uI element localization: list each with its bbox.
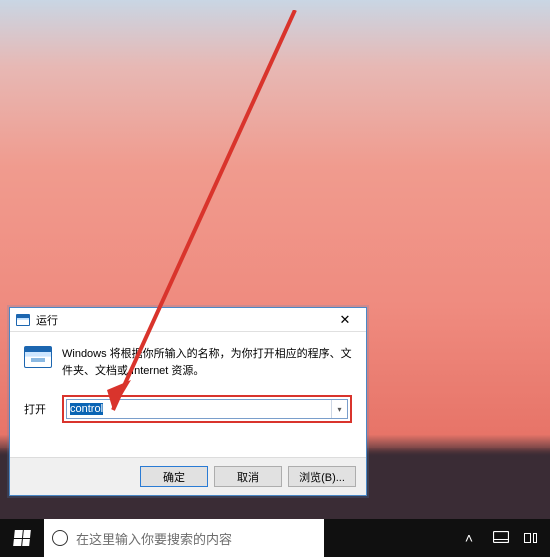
close-icon: ✕	[340, 312, 351, 328]
dropdown-arrow-icon[interactable]: ▾	[331, 400, 347, 418]
dialog-body: Windows 将根据你所输入的名称，为你打开相应的程序、文件夹、文档或 Int…	[10, 332, 366, 423]
close-button[interactable]: ✕	[328, 310, 362, 330]
titlebar: 运行 ✕	[10, 308, 366, 332]
open-label: 打开	[24, 401, 54, 417]
task-view-icon[interactable]	[524, 533, 542, 543]
ok-button[interactable]: 确定	[140, 466, 208, 487]
input-highlight-box: ▾	[62, 395, 352, 423]
touchpad-icon[interactable]	[492, 530, 510, 546]
cortana-icon	[52, 530, 68, 546]
desktop-background: 运行 ✕ Windows 将根据你所输入的名称，为你打开相应的程序、文件夹、文档…	[0, 0, 550, 557]
chevron-down-icon: ▾	[337, 405, 341, 414]
run-large-icon	[24, 346, 52, 368]
dialog-title: 运行	[36, 312, 58, 328]
open-input[interactable]	[67, 400, 331, 418]
dialog-description: Windows 将根据你所输入的名称，为你打开相应的程序、文件夹、文档或 Int…	[62, 346, 352, 379]
windows-logo-icon	[13, 530, 31, 546]
chevron-up-icon[interactable]: ˄	[460, 530, 478, 546]
cancel-button[interactable]: 取消	[214, 466, 282, 487]
button-bar: 确定 取消 浏览(B)...	[10, 457, 366, 495]
taskbar: 在这里输入你要搜索的内容 ˄	[0, 519, 550, 557]
taskbar-tray: ˄	[460, 519, 550, 557]
run-dialog: 运行 ✕ Windows 将根据你所输入的名称，为你打开相应的程序、文件夹、文档…	[9, 307, 367, 496]
browse-button[interactable]: 浏览(B)...	[288, 466, 356, 487]
taskbar-search[interactable]: 在这里输入你要搜索的内容	[44, 519, 324, 557]
start-button[interactable]	[0, 519, 44, 557]
run-icon	[16, 314, 30, 326]
search-placeholder: 在这里输入你要搜索的内容	[76, 529, 232, 548]
open-combobox[interactable]: ▾	[66, 399, 348, 419]
